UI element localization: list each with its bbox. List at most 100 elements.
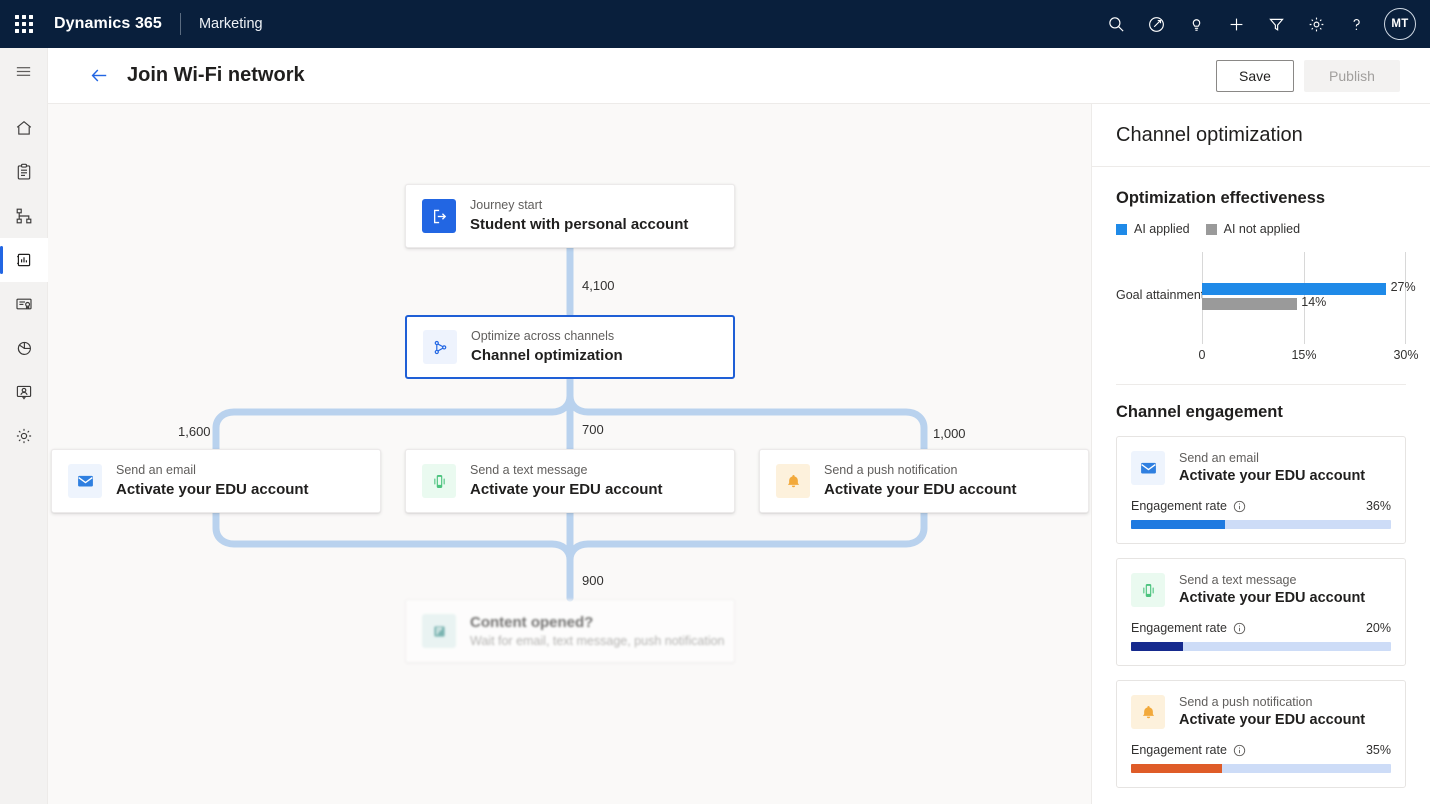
engagement-rate-value: 36% <box>1366 499 1391 513</box>
engagement-card-text: Send a push notification Activate your E… <box>1179 694 1365 730</box>
command-bar: Join Wi-Fi network Save Publish <box>48 48 1430 104</box>
journey-node-send-push[interactable]: Send a push notification Activate your E… <box>759 449 1089 513</box>
avatar[interactable]: MT <box>1384 8 1416 40</box>
journey-node-journey-start[interactable]: Journey start Student with personal acco… <box>405 184 735 248</box>
engagement-rate-label: Engagement rate <box>1131 499 1227 513</box>
brand-title[interactable]: Dynamics 365 <box>54 15 162 33</box>
engagement-card-subtitle: Send an email <box>1179 450 1365 467</box>
legend-swatch-ai-not-applied <box>1206 224 1217 235</box>
hamburger-icon[interactable] <box>0 48 48 94</box>
sidebar-item-settings[interactable] <box>0 414 48 458</box>
engagement-card-text-message[interactable]: Send a text message Activate your EDU ac… <box>1116 558 1406 666</box>
email-icon <box>68 464 102 498</box>
engagement-progress-fill <box>1131 764 1222 773</box>
left-nav-rail <box>0 48 48 804</box>
suite-bar: Dynamics 365 Marketing <box>0 0 1430 48</box>
bell-icon <box>776 464 810 498</box>
journey-node-content-opened[interactable]: Content opened? Wait for email, text mes… <box>405 599 735 663</box>
journey-node-subtitle: Optimize across channels <box>471 328 623 345</box>
journey-node-title: Student with personal account <box>470 215 688 235</box>
legend-label-ai-not-applied: AI not applied <box>1224 222 1300 236</box>
journey-node-subtitle: Send a push notification <box>824 462 1017 479</box>
optimization-effectiveness-heading: Optimization effectiveness <box>1116 189 1406 208</box>
channel-engagement-heading: Channel engagement <box>1116 403 1406 422</box>
journey-node-text: Send an email Activate your EDU account <box>116 462 309 500</box>
legend-label-ai-applied: AI applied <box>1134 222 1190 236</box>
page-title: Join Wi-Fi network <box>127 64 305 87</box>
sms-icon <box>1131 573 1165 607</box>
sidebar-item-segments[interactable] <box>0 370 48 414</box>
sidebar-item-analytics[interactable] <box>0 238 48 282</box>
sms-icon <box>422 464 456 498</box>
email-icon <box>1131 451 1165 485</box>
journey-node-title: Activate your EDU account <box>470 480 663 500</box>
engagement-card-subtitle: Send a push notification <box>1179 694 1365 711</box>
engagement-progress-fill <box>1131 520 1225 529</box>
sidebar-item-journeys[interactable] <box>0 194 48 238</box>
edge-label-to-text: 700 <box>582 422 604 437</box>
trigger-icon <box>422 614 456 648</box>
engagement-rate-row: Engagement rate 20% <box>1131 621 1391 635</box>
gear-icon[interactable] <box>1296 0 1336 48</box>
filter-icon[interactable] <box>1256 0 1296 48</box>
journey-node-subtitle: Journey start <box>470 197 688 214</box>
app-name[interactable]: Marketing <box>199 16 263 32</box>
command-bar-actions: Save Publish <box>1216 60 1430 92</box>
engagement-card-subtitle: Send a text message <box>1179 572 1365 589</box>
legend-item-ai-not-applied[interactable]: AI not applied <box>1206 222 1300 236</box>
save-button[interactable]: Save <box>1216 60 1294 92</box>
sidebar-item-forms[interactable] <box>0 282 48 326</box>
engagement-card-header: Send an email Activate your EDU account <box>1131 450 1391 486</box>
journey-node-text: Send a push notification Activate your E… <box>824 462 1017 500</box>
plus-icon[interactable] <box>1216 0 1256 48</box>
journey-canvas[interactable]: 4,100 1,600 700 1,000 900 Journey start … <box>48 104 1091 804</box>
journey-node-send-text[interactable]: Send a text message Activate your EDU ac… <box>405 449 735 513</box>
journey-node-title: Activate your EDU account <box>824 480 1017 500</box>
chart-category-label: Goal attainment <box>1116 288 1200 302</box>
optimization-effectiveness-chart: Goal attainment 27% 14% 0 15% 30% <box>1116 252 1406 364</box>
engagement-card-text: Send a text message Activate your EDU ac… <box>1179 572 1365 608</box>
engagement-card-header: Send a push notification Activate your E… <box>1131 694 1391 730</box>
sidebar-item-recent[interactable] <box>0 150 48 194</box>
chart-bar-value-ai-applied: 27% <box>1391 280 1416 294</box>
back-arrow-icon[interactable] <box>82 59 116 93</box>
edge-label-start-to-optimize: 4,100 <box>582 278 615 293</box>
app-root: Dynamics 365 Marketing <box>0 0 1430 804</box>
sidebar-item-reports[interactable] <box>0 326 48 370</box>
engagement-card-header: Send a text message Activate your EDU ac… <box>1131 572 1391 608</box>
branch-icon <box>423 330 457 364</box>
edge-label-to-push: 1,000 <box>933 426 966 441</box>
engagement-card-push-notification[interactable]: Send a push notification Activate your E… <box>1116 680 1406 788</box>
panel-header: Channel optimization <box>1092 104 1430 167</box>
panel-section-divider <box>1116 384 1406 385</box>
legend-item-ai-applied[interactable]: AI applied <box>1116 222 1190 236</box>
sidebar-item-home[interactable] <box>0 106 48 150</box>
journey-node-text: Send a text message Activate your EDU ac… <box>470 462 663 500</box>
journey-node-channel-optimization[interactable]: Optimize across channels Channel optimiz… <box>405 315 735 379</box>
brand-divider <box>180 13 181 35</box>
journey-node-text: Content opened? Wait for email, text mes… <box>470 612 725 650</box>
journey-node-send-email[interactable]: Send an email Activate your EDU account <box>51 449 381 513</box>
help-icon[interactable] <box>1336 0 1376 48</box>
chart-bar-ai-applied <box>1202 283 1386 295</box>
chart-bar-value-ai-not-applied: 14% <box>1301 295 1326 309</box>
bell-icon <box>1131 695 1165 729</box>
edge-label-to-email: 1,600 <box>178 424 211 439</box>
engagement-card-email[interactable]: Send an email Activate your EDU account … <box>1116 436 1406 544</box>
suite-bar-actions: MT <box>1096 0 1430 48</box>
publish-button: Publish <box>1304 60 1400 92</box>
info-icon[interactable] <box>1233 500 1246 513</box>
assistant-icon[interactable] <box>1136 0 1176 48</box>
journey-node-text: Journey start Student with personal acco… <box>470 197 688 235</box>
engagement-rate-row: Engagement rate 36% <box>1131 499 1391 513</box>
journey-node-subtitle: Send a text message <box>470 462 663 479</box>
info-icon[interactable] <box>1233 744 1246 757</box>
lightbulb-icon[interactable] <box>1176 0 1216 48</box>
engagement-card-title: Activate your EDU account <box>1179 467 1365 486</box>
app-launcher-icon[interactable] <box>0 0 48 48</box>
engagement-card-text: Send an email Activate your EDU account <box>1179 450 1365 486</box>
panel-title: Channel optimization <box>1116 124 1303 147</box>
engagement-card-title: Activate your EDU account <box>1179 711 1365 730</box>
info-icon[interactable] <box>1233 622 1246 635</box>
search-icon[interactable] <box>1096 0 1136 48</box>
